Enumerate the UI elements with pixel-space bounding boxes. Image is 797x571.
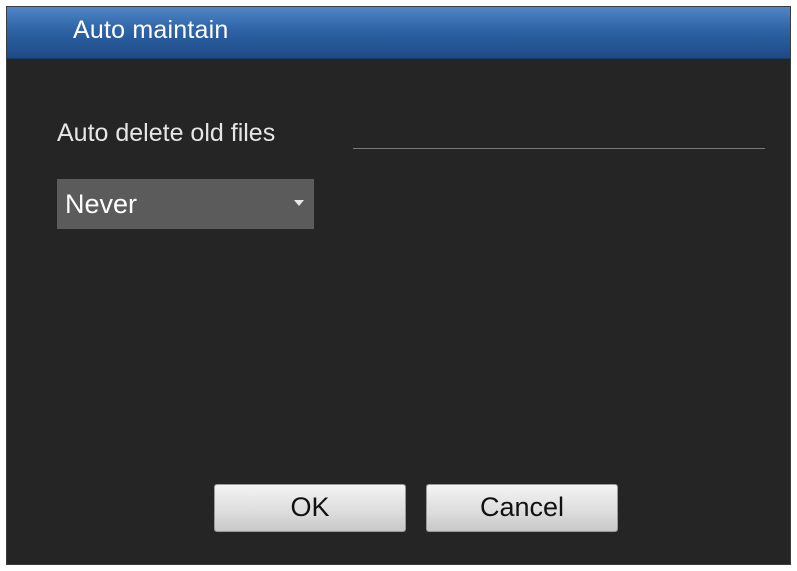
auto-delete-select[interactable]: Never (57, 179, 314, 229)
dialog-titlebar: Auto maintain (7, 7, 790, 59)
auto-delete-selected-value: Never (65, 189, 138, 219)
ok-button[interactable]: OK (214, 484, 406, 532)
cancel-button[interactable]: Cancel (426, 484, 618, 532)
auto-delete-label: Auto delete old files (57, 119, 276, 147)
auto-maintain-dialog: Auto maintain Auto delete old files Neve… (6, 6, 791, 565)
dialog-title: Auto maintain (73, 16, 229, 44)
chevron-down-icon (294, 200, 304, 206)
section-divider (353, 148, 765, 149)
